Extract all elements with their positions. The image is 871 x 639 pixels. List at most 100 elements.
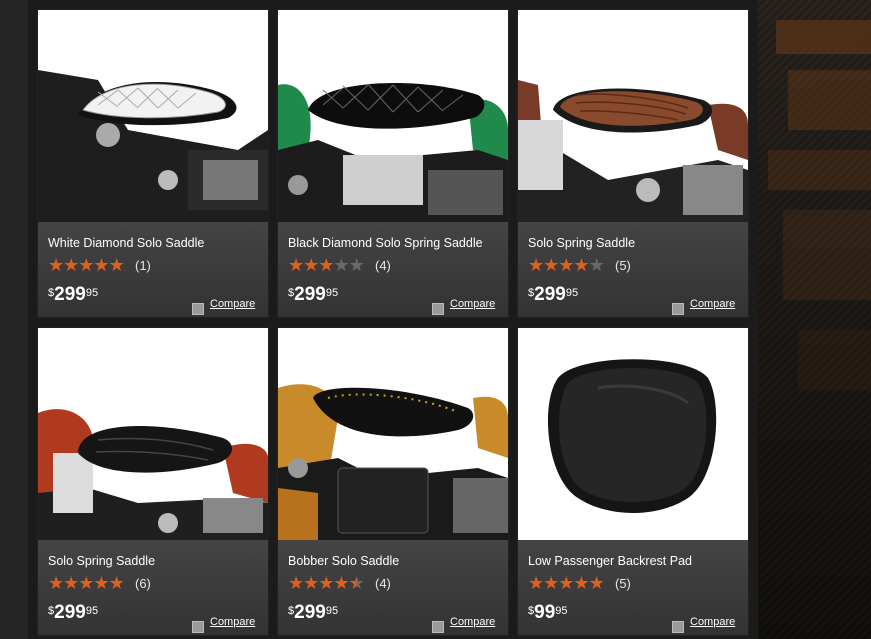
rating-stars: ★★★★★ [48, 573, 125, 593]
product-image[interactable] [38, 10, 268, 222]
product-info: White Diamond Solo Saddle ★★★★★ (1) $299… [38, 222, 268, 317]
star-icon: ★ [108, 255, 125, 275]
review-count[interactable]: (5) [615, 258, 631, 273]
compare-checkbox[interactable] [192, 621, 204, 633]
rating-stars: ★★★★★ [528, 255, 605, 275]
compare-checkbox[interactable] [672, 621, 684, 633]
rating-stars: ★★★★★ [528, 573, 605, 593]
compare-link[interactable]: Compare [450, 616, 495, 628]
product-info: Solo Spring Saddle ★★★★★ (5) $29995 Comp… [518, 222, 748, 317]
star-icon: ★ [528, 573, 544, 593]
review-count[interactable]: (4) [375, 258, 391, 273]
star-icon: ★ [303, 255, 319, 275]
product-card[interactable]: White Diamond Solo Saddle ★★★★★ (1) $299… [38, 10, 268, 317]
product-name[interactable]: Low Passenger Backrest Pad [528, 554, 692, 568]
star-icon: ★ [288, 573, 304, 593]
product-info: Solo Spring Saddle ★★★★★ (6) $29995 Comp… [38, 540, 268, 635]
star-icon: ★ [333, 255, 349, 275]
compare-checkbox[interactable] [432, 303, 444, 315]
price-cents: 95 [325, 287, 339, 299]
review-count[interactable]: (5) [615, 576, 631, 591]
star-icon: ★ [288, 255, 304, 275]
price-cents: 95 [565, 287, 579, 299]
star-icon: ★ [588, 573, 605, 593]
star-icon: ★ [528, 255, 544, 275]
currency-symbol: $ [288, 287, 295, 299]
product-card[interactable]: Solo Spring Saddle ★★★★★ (5) $29995 Comp… [518, 10, 748, 317]
star-icon: ★ [573, 255, 589, 275]
star-icon: ★ [93, 573, 109, 593]
star-icon: ★ [333, 573, 349, 593]
product-price: $29995 [48, 284, 98, 306]
compare-link[interactable]: Compare [210, 298, 255, 310]
compare-checkbox[interactable] [432, 621, 444, 633]
price-cents: 95 [85, 605, 99, 617]
star-icon: ★ [303, 573, 319, 593]
product-name[interactable]: Bobber Solo Saddle [288, 554, 399, 568]
background-brand-art [758, 0, 871, 639]
price-cents: 95 [555, 605, 568, 617]
currency-symbol: $ [48, 605, 55, 617]
product-name[interactable]: Solo Spring Saddle [528, 236, 635, 250]
star-icon: ★ [318, 255, 334, 275]
product-card[interactable]: Low Passenger Backrest Pad ★★★★★ (5) $99… [518, 328, 748, 635]
product-image[interactable] [518, 10, 748, 222]
product-image[interactable] [278, 10, 508, 222]
product-price: $29995 [528, 284, 578, 306]
star-icon: ★ [318, 573, 334, 593]
price-cents: 95 [325, 605, 339, 617]
star-icon: ★ [93, 255, 109, 275]
review-count[interactable]: (4) [375, 576, 391, 591]
product-price: $29995 [288, 602, 338, 624]
price-cents: 95 [85, 287, 99, 299]
compare-link[interactable]: Compare [690, 616, 735, 628]
product-name[interactable]: Black Diamond Solo Spring Saddle [288, 236, 483, 250]
rating-stars: ★★★★★ [288, 573, 365, 593]
product-image[interactable] [278, 328, 508, 540]
star-icon: ★ [573, 573, 589, 593]
star-icon: ★ [348, 573, 365, 593]
product-name[interactable]: Solo Spring Saddle [48, 554, 155, 568]
star-icon: ★ [48, 255, 64, 275]
price-dollars: 299 [534, 284, 566, 305]
product-info: Black Diamond Solo Spring Saddle ★★★★★ (… [278, 222, 508, 317]
product-image[interactable] [38, 328, 268, 540]
star-icon: ★ [558, 573, 574, 593]
product-price: $29995 [48, 602, 98, 624]
star-icon: ★ [558, 255, 574, 275]
compare-checkbox[interactable] [672, 303, 684, 315]
product-card[interactable]: Solo Spring Saddle ★★★★★ (6) $29995 Comp… [38, 328, 268, 635]
product-name[interactable]: White Diamond Solo Saddle [48, 236, 204, 250]
review-count[interactable]: (6) [135, 576, 151, 591]
star-icon: ★ [63, 255, 79, 275]
compare-link[interactable]: Compare [690, 298, 735, 310]
rating-stars: ★★★★★ [288, 255, 365, 275]
star-icon: ★ [348, 255, 365, 275]
product-image[interactable] [518, 328, 748, 540]
compare-checkbox[interactable] [192, 303, 204, 315]
currency-symbol: $ [528, 605, 535, 617]
product-price: $9995 [528, 602, 568, 624]
review-count[interactable]: (1) [135, 258, 151, 273]
currency-symbol: $ [528, 287, 535, 299]
product-price: $29995 [288, 284, 338, 306]
star-icon: ★ [78, 573, 94, 593]
rating-stars: ★★★★★ [48, 255, 125, 275]
product-card[interactable]: Bobber Solo Saddle ★★★★★ (4) $29995 Comp… [278, 328, 508, 635]
product-info: Bobber Solo Saddle ★★★★★ (4) $29995 Comp… [278, 540, 508, 635]
compare-link[interactable]: Compare [210, 616, 255, 628]
compare-link[interactable]: Compare [450, 298, 495, 310]
product-card[interactable]: Black Diamond Solo Spring Saddle ★★★★★ (… [278, 10, 508, 317]
star-icon: ★ [543, 255, 559, 275]
price-dollars: 299 [294, 602, 326, 623]
star-icon: ★ [588, 255, 605, 275]
star-icon: ★ [63, 573, 79, 593]
star-icon: ★ [78, 255, 94, 275]
star-icon: ★ [48, 573, 64, 593]
price-dollars: 99 [534, 602, 556, 623]
price-dollars: 299 [54, 602, 86, 623]
price-dollars: 299 [294, 284, 326, 305]
product-info: Low Passenger Backrest Pad ★★★★★ (5) $99… [518, 540, 748, 635]
star-icon: ★ [543, 573, 559, 593]
page-left-margin [0, 0, 28, 639]
